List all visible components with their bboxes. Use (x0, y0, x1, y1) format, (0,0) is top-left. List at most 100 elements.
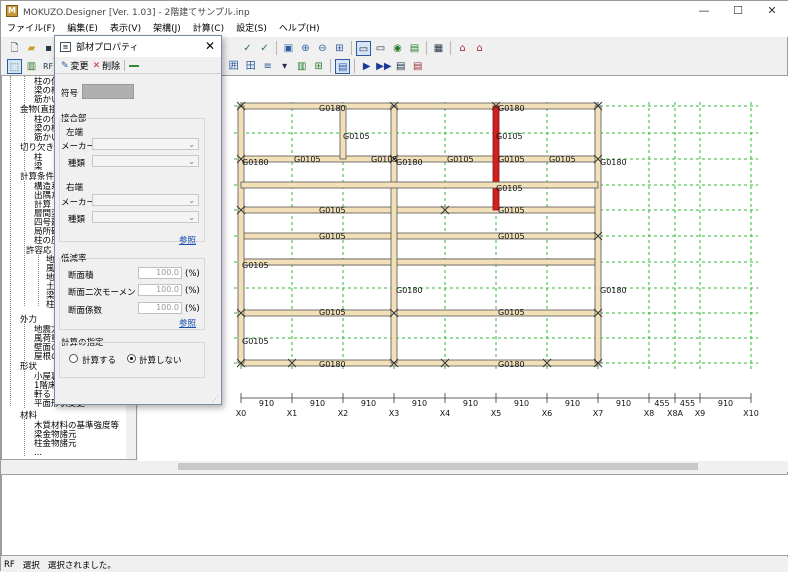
delete-label: 削除 (102, 62, 121, 72)
tree-item[interactable]: 梁 (34, 162, 43, 172)
menu-settings[interactable]: 設定(S) (230, 21, 273, 37)
delete-button[interactable]: ✕ 削除 (93, 59, 121, 73)
status-bar: RF 選択 選択されました。 (1, 557, 788, 572)
grid-axis-label: X2 (338, 409, 349, 418)
tree-item[interactable]: ... (34, 448, 42, 458)
elevation-view-icon[interactable]: ▭ (373, 41, 388, 56)
dropdown-icon[interactable]: ▾ (277, 59, 292, 74)
comment-icon[interactable]: ▤ (335, 58, 351, 74)
modulus-input[interactable]: 100.0 (138, 302, 182, 314)
window-title: MOKUZO.Designer [Ver. 1.03] - 2階建てサンプル.i… (23, 7, 250, 18)
calc-no-radio[interactable] (127, 354, 136, 363)
grid-axis-label: X3 (389, 409, 400, 418)
beam-icon[interactable]: ≡ (260, 59, 275, 74)
building-icon[interactable]: ⌂ (455, 41, 470, 56)
pdf-icon[interactable]: ▤ (410, 59, 425, 74)
resize-grip-icon[interactable]: ⋰ (212, 395, 219, 403)
doc-icon[interactable]: ▤ (393, 59, 408, 74)
scroll-thumb[interactable] (178, 463, 698, 470)
member-label: G0180 (600, 158, 627, 167)
member-label: G0180 (498, 104, 525, 113)
area-input[interactable]: 100.0 (138, 267, 182, 279)
tree-item[interactable]: 金物(直接 (20, 105, 57, 115)
span-label: 455 (680, 399, 695, 408)
edit-label: 変更 (70, 62, 89, 72)
fast-forward-icon[interactable]: ▶▶ (376, 59, 391, 74)
tree-item[interactable]: 形状 (20, 362, 37, 372)
member-label: G0105 (498, 155, 525, 164)
member-label: G0105 (496, 184, 523, 193)
select-tool-icon[interactable]: ⬚ (7, 58, 22, 74)
left-maker-select[interactable]: ⌄ (92, 138, 199, 150)
member-label: G0105 (498, 308, 525, 317)
edit-button[interactable]: ✎ 変更 (61, 59, 89, 73)
dialog-close-button[interactable]: ✕ (205, 39, 215, 53)
horizontal-scrollbar[interactable] (138, 461, 788, 472)
open-folder-icon[interactable]: ▰ (24, 41, 39, 56)
right-kind-select[interactable]: ⌄ (92, 211, 199, 223)
dialog-title: 部材プロパティ (76, 43, 139, 53)
message-panel (1, 474, 788, 556)
calc-yes-radio[interactable] (69, 354, 78, 363)
beam (390, 105, 398, 364)
menu-help[interactable]: ヘルプ(H) (273, 21, 326, 37)
chevron-down-icon: ⌄ (188, 213, 195, 222)
plan-drawing[interactable]: G0180 G0180 G0105 G0105 G0180 G0105 G0105 G0180… (138, 76, 788, 462)
member-label: G0180 (600, 286, 627, 295)
status-floor: RF (4, 559, 15, 570)
grid-icon[interactable]: 田 (243, 59, 258, 74)
tree-item[interactable]: 材料 (20, 411, 37, 421)
span-label: 910 (565, 399, 580, 408)
minimize-button[interactable]: — (687, 1, 721, 21)
check-list-icon[interactable]: ✓ (257, 41, 272, 56)
zoom-fit-icon[interactable]: ⊞ (332, 41, 347, 56)
tree-connector (24, 321, 25, 361)
export-icon[interactable]: ▤ (407, 41, 422, 56)
left-kind-select[interactable]: ⌄ (92, 155, 199, 167)
maximize-button[interactable]: ☐ (721, 1, 755, 21)
chevron-down-icon: ⌄ (188, 157, 195, 166)
new-file-icon[interactable]: 🗋 (7, 41, 22, 56)
column-icon[interactable]: 囲 (226, 59, 241, 74)
member-label: G0105 (498, 232, 525, 241)
grid-axis-label: X4 (440, 409, 451, 418)
menu-file[interactable]: ファイル(F) (1, 21, 61, 37)
check-icon[interactable]: ✓ (240, 41, 255, 56)
span-label: 910 (361, 399, 376, 408)
zoom-in-icon[interactable]: ⊕ (298, 41, 313, 56)
member-label: G0180 (242, 158, 269, 167)
member-label: G0105 (496, 132, 523, 141)
tree-item[interactable]: 計算条件 (20, 172, 54, 182)
tree-item[interactable]: 外力 (20, 315, 37, 325)
line-icon[interactable] (129, 64, 140, 67)
moment-unit: (%) (185, 286, 200, 296)
house-icon[interactable]: ⌂ (472, 41, 487, 56)
wall-icon[interactable]: ▥ (294, 59, 309, 74)
brace-icon[interactable]: ⊞ (311, 59, 326, 74)
book-icon[interactable]: ▥ (24, 59, 39, 74)
member-property-dialog: ≡ 部材プロパティ ✕ ✎ 変更 ✕ 削除 符号 接合部 左端 メーカー ⌄ 種… (54, 35, 222, 405)
tree-item[interactable]: 切り欠き( (20, 143, 57, 153)
3d-view-icon[interactable]: ◉ (390, 41, 405, 56)
app-logo-icon: M (6, 5, 18, 17)
play-icon[interactable]: ▶ (359, 59, 374, 74)
area-label: 断面積 (68, 271, 94, 281)
member-label: G0105 (343, 132, 370, 141)
grid-axis-label: X7 (593, 409, 604, 418)
tree-connector (24, 181, 25, 306)
right-maker-select[interactable]: ⌄ (92, 194, 199, 206)
close-button[interactable]: ✕ (755, 1, 788, 21)
joint-reference-link[interactable]: 参照 (179, 234, 196, 246)
report-icon[interactable]: ▦ (431, 41, 446, 56)
plan-view-icon[interactable]: ▭ (356, 40, 371, 56)
reduction-reference-link[interactable]: 参照 (179, 317, 196, 329)
grid-axis-label: X6 (542, 409, 553, 418)
span-label: 455 (654, 399, 669, 408)
zoom-out-icon[interactable]: ⊖ (315, 41, 330, 56)
area-unit: (%) (185, 269, 200, 279)
calc-yes-label: 計算する (82, 356, 117, 366)
symbol-field[interactable] (82, 84, 134, 99)
plan-canvas[interactable]: G0180 G0180 G0105 G0105 G0180 G0105 G0105 G0180… (138, 75, 788, 461)
image-icon[interactable]: ▣ (281, 41, 296, 56)
moment-input[interactable]: 100.0 (138, 284, 182, 296)
